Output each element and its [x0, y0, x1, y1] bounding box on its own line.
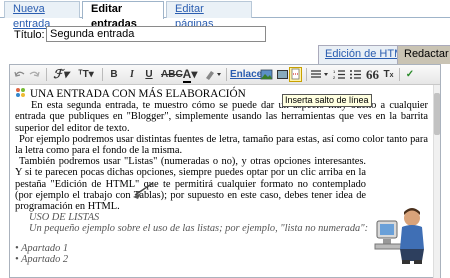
image-icon[interactable] [260, 67, 273, 82]
video-icon[interactable] [276, 67, 289, 82]
text-color-icon[interactable]: A▾ [180, 67, 200, 83]
align-icon[interactable] [310, 67, 330, 82]
editor-scrollbar[interactable] [433, 85, 440, 278]
highlight-color-icon[interactable] [203, 67, 223, 82]
post-heading: UNA ENTRADA CON MÁS ELABORACIÓN [30, 88, 246, 100]
underline-icon[interactable]: U [142, 67, 156, 82]
title-label: Título: [14, 29, 45, 41]
strikethrough-icon[interactable]: ABC [161, 67, 183, 82]
bulleted-list-icon[interactable] [349, 67, 362, 82]
redo-icon[interactable] [28, 67, 41, 82]
tab-edit-pages[interactable]: Editar páginas [166, 1, 252, 30]
cursor-arrow-icon [133, 182, 154, 199]
computer-user-clipart-icon [374, 208, 424, 264]
post-editor: ℱ▾ ᵀT▾ B I U ABC A▾ Enlace 12 66 Tx ✓ UN… [9, 64, 441, 278]
title-input[interactable] [46, 26, 266, 42]
paragraph-3: También podremos usar "Listas" (numerada… [15, 156, 366, 213]
scrollbar-thumb[interactable] [434, 93, 440, 135]
svg-text:2: 2 [333, 75, 336, 80]
bold-icon[interactable]: B [108, 67, 120, 82]
colored-dots-icon [16, 88, 26, 98]
link-button[interactable]: Enlace [230, 67, 262, 82]
format-toolbar: ℱ▾ ᵀT▾ B I U ABC A▾ Enlace 12 66 Tx ✓ [10, 65, 440, 85]
paragraph-lists: Un pequeño ejemplo sobre el uso de las l… [29, 223, 369, 235]
lists-heading: USO DE LISTAS [29, 212, 100, 224]
line-break-icon[interactable] [289, 67, 302, 82]
svg-text:1: 1 [333, 69, 336, 74]
tab-new-post[interactable]: Nueva entrada [4, 1, 80, 30]
post-tabs: Nueva entrada Editar entradas Editar pág… [0, 0, 450, 30]
quote-icon[interactable]: 66 [366, 67, 379, 82]
spellcheck-icon[interactable]: ✓ [403, 67, 417, 82]
paragraph-2: Por ejemplo podremos usar distintas fuen… [15, 133, 428, 157]
tab-edit-posts[interactable]: Editar entradas [82, 1, 164, 30]
font-family-icon[interactable]: ℱ▾ [50, 67, 72, 82]
font-size-icon[interactable]: ᵀT▾ [75, 67, 97, 82]
list-item: • Apartado 1 [15, 242, 69, 254]
post-body[interactable]: UNA ENTRADA CON MÁS ELABORACIÓN En esta … [12, 85, 432, 278]
clear-format-icon[interactable]: Tx [382, 67, 395, 82]
list-item: • Apartado 2 [15, 253, 69, 265]
tooltip-line-break: Inserta salto de línea [282, 94, 372, 107]
numbered-list-icon[interactable]: 12 [333, 67, 346, 82]
tab-compose[interactable]: Redactar [397, 45, 450, 64]
italic-icon[interactable]: I [126, 67, 138, 82]
undo-icon[interactable] [13, 67, 26, 82]
